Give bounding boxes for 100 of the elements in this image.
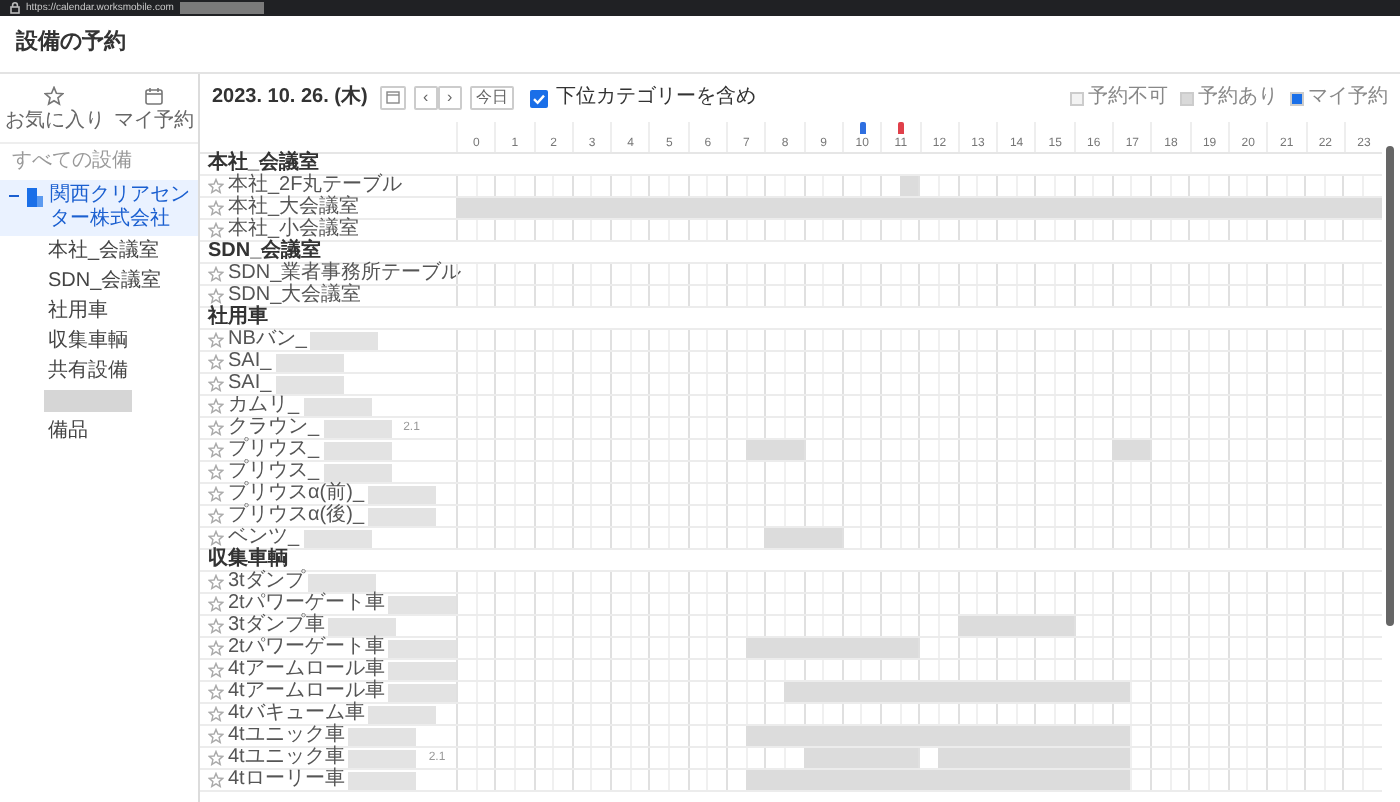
star-icon[interactable] <box>208 354 224 370</box>
resource-name[interactable]: カムリ_ <box>228 396 300 416</box>
group-title: SDN_会議室 <box>206 242 322 262</box>
booked-slot[interactable] <box>783 682 804 702</box>
resource-name[interactable]: 4tユニック車 <box>228 748 345 768</box>
star-icon[interactable] <box>208 508 224 524</box>
tree-item[interactable]: 収集車輌 <box>0 326 198 356</box>
legend-label: マイ予約 <box>1308 86 1388 110</box>
star-icon[interactable] <box>208 222 224 238</box>
tree-item[interactable]: SDN_会議室 <box>0 266 198 296</box>
star-icon[interactable] <box>208 398 224 414</box>
today-button[interactable]: 今日 <box>469 86 514 110</box>
booked-slot[interactable] <box>1111 682 1131 702</box>
star-icon[interactable] <box>208 684 224 700</box>
booked-slot[interactable] <box>1362 198 1382 218</box>
page-title: 設備の予約 <box>0 16 1400 74</box>
booked-slot[interactable] <box>1111 726 1131 746</box>
resource-name[interactable]: 4tユニック車 <box>228 726 345 746</box>
star-icon[interactable] <box>208 706 224 722</box>
star-icon[interactable] <box>208 178 224 194</box>
resource-name[interactable]: プリウス_ <box>228 440 320 460</box>
booked-slot[interactable] <box>822 528 842 548</box>
shortcut-button[interactable]: マイ予約 <box>113 86 194 134</box>
star-icon[interactable] <box>208 574 224 590</box>
booked-slot[interactable] <box>938 748 958 768</box>
star-icon[interactable] <box>208 662 224 678</box>
checkbox-label: 下位カテゴリーを含め <box>555 86 756 110</box>
resource-name[interactable]: 4tアームロール車 <box>228 682 385 702</box>
next-button[interactable]: › <box>437 86 462 110</box>
star-icon[interactable] <box>208 640 224 656</box>
star-icon[interactable] <box>208 288 224 304</box>
checkbox[interactable] <box>529 89 548 107</box>
resource-name[interactable]: 本社_2F丸テーブル <box>228 176 403 196</box>
star-icon[interactable] <box>208 596 224 612</box>
calendar-button[interactable] <box>379 86 406 110</box>
section-label: すべての設備 <box>10 147 134 176</box>
building-icon <box>26 184 44 208</box>
booked-slot[interactable] <box>803 748 823 768</box>
booked-slot[interactable] <box>899 638 919 658</box>
resource-name[interactable]: 2tパワーゲート車 <box>228 594 385 614</box>
star-icon[interactable] <box>208 618 224 634</box>
resource-name[interactable]: ベンツ_ <box>228 528 300 548</box>
star-icon <box>44 86 65 106</box>
booked-slot[interactable] <box>745 770 765 790</box>
booked-slot[interactable] <box>745 726 765 746</box>
booked-slot[interactable] <box>1130 440 1151 460</box>
resource-name[interactable]: 2tパワーゲート車 <box>228 638 385 658</box>
resource-name[interactable]: プリウスα(前)_ <box>228 484 365 504</box>
resource-name[interactable]: 4tローリー車 <box>228 770 345 790</box>
resource-name[interactable]: クラウン_ <box>228 418 320 438</box>
star-icon[interactable] <box>208 376 224 392</box>
resource-name[interactable]: SAI_ <box>228 352 272 372</box>
star-icon[interactable] <box>208 332 224 348</box>
check-icon <box>529 90 548 109</box>
legend-label: 予約不可 <box>1088 86 1168 110</box>
booked-slot[interactable] <box>745 638 765 658</box>
tree-item[interactable]: 共有設備 <box>0 356 198 386</box>
star-icon[interactable] <box>208 750 224 766</box>
resource-name[interactable]: 4tアームロール車 <box>228 660 385 680</box>
resource-name[interactable]: NBバン_ <box>228 330 307 350</box>
star-icon[interactable] <box>208 266 224 282</box>
star-icon[interactable] <box>208 200 224 216</box>
resource-name[interactable]: 3tダンプ車 <box>228 616 325 636</box>
resource-name[interactable]: プリウスα(後)_ <box>228 506 365 526</box>
booked-slot[interactable] <box>1111 440 1131 460</box>
booked-slot[interactable] <box>764 528 784 548</box>
resource-name[interactable]: 本社_小会議室 <box>228 220 360 240</box>
shortcut-button[interactable]: お気に入り <box>4 86 105 134</box>
group-title: 本社_会議室 <box>205 154 320 174</box>
resource-name[interactable]: 3tダンプ <box>228 572 305 592</box>
resource-name[interactable]: SDN_大会議室 <box>228 286 362 306</box>
calendar-icon <box>143 86 164 106</box>
star-icon[interactable] <box>208 442 224 458</box>
booked-slot[interactable] <box>456 198 476 218</box>
resource-name[interactable]: 本社_大会議室 <box>228 198 360 218</box>
star-icon[interactable] <box>208 530 224 546</box>
star-icon[interactable] <box>208 728 224 744</box>
lock-icon <box>10 2 20 14</box>
booked-slot[interactable] <box>783 440 804 460</box>
booked-slot[interactable] <box>899 176 919 196</box>
star-icon[interactable] <box>208 464 224 480</box>
booked-slot[interactable] <box>1111 770 1131 790</box>
tree-item[interactable]: 本社_会議室 <box>0 236 198 266</box>
tree-item[interactable]: 関西クリアセンター株式会社 <box>0 180 198 236</box>
booked-slot[interactable] <box>745 440 765 460</box>
booked-slot[interactable] <box>1053 616 1073 636</box>
group-title: 社用車 <box>205 308 268 328</box>
date-label: 2023. 10. 26. (木) <box>212 86 368 110</box>
resource-name[interactable]: プリウス_ <box>228 462 320 482</box>
booked-slot[interactable] <box>899 748 919 768</box>
booked-slot[interactable] <box>1111 748 1131 768</box>
tree-item[interactable]: 社用車 <box>0 296 198 326</box>
previous-button[interactable]: ‹ <box>413 86 438 110</box>
star-icon[interactable] <box>208 420 224 436</box>
star-icon[interactable] <box>208 772 224 788</box>
star-icon[interactable] <box>208 486 224 502</box>
booked-slot[interactable] <box>957 616 977 636</box>
resource-name[interactable]: 4tバキューム車 <box>228 704 365 724</box>
resource-name[interactable]: SAI_ <box>228 374 272 394</box>
tree-item[interactable]: 備品 <box>0 416 198 446</box>
